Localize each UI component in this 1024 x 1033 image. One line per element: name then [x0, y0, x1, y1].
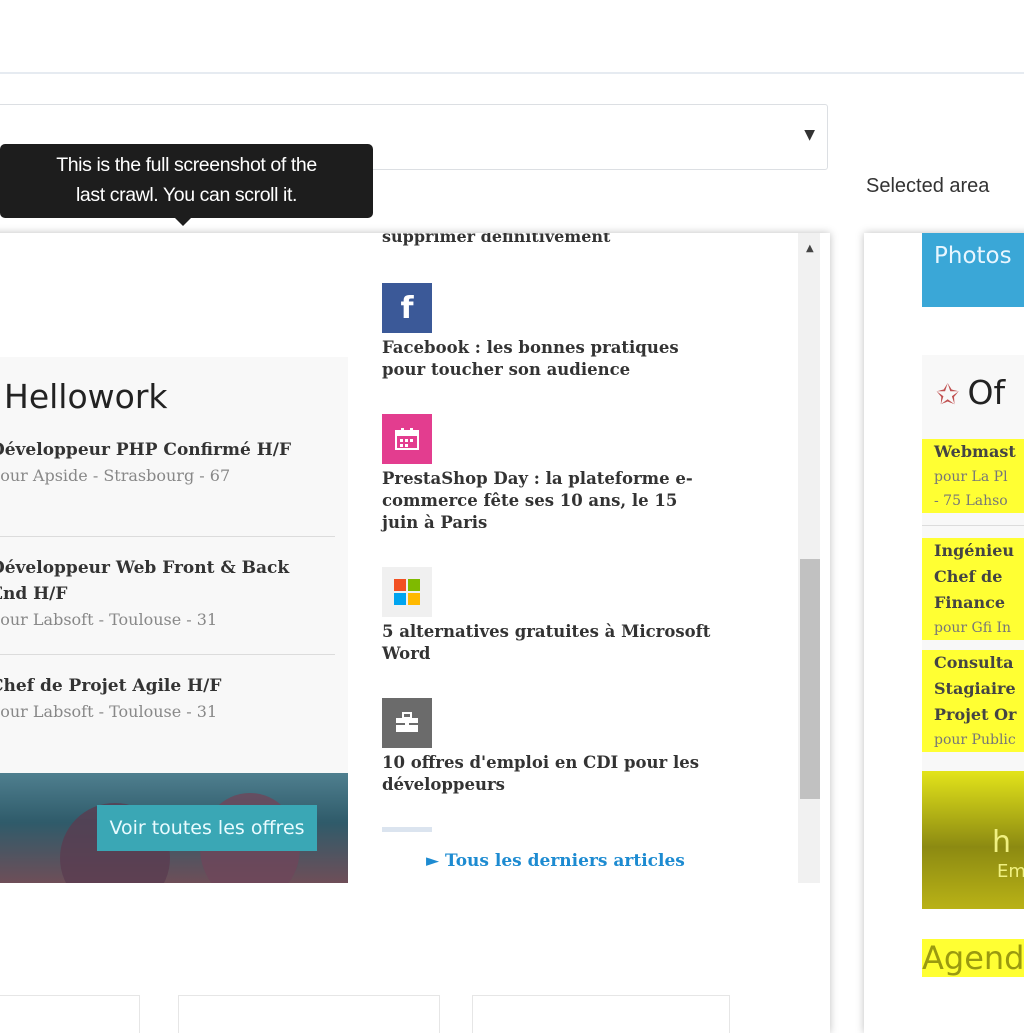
full-screenshot-frame[interactable]: Hellowork Développeur PHP Confirmé H/F p…	[0, 233, 830, 1033]
agenda-heading: Agend	[922, 939, 1024, 977]
article-item[interactable]: 10 offres d'emploi en CDI pour les dével…	[382, 698, 782, 796]
banner-text: h	[992, 825, 1012, 860]
job-separator	[0, 654, 335, 655]
highlight-job-title[interactable]: Projet Or	[922, 702, 1024, 728]
highlight-job-title[interactable]: Stagiaire	[922, 676, 1024, 702]
article-title-continued[interactable]: pour toucher son audience	[382, 359, 782, 381]
highlight-job-title[interactable]: Ingénieu	[922, 538, 1024, 564]
footer-card	[178, 995, 440, 1033]
selected-area-label: Selected area	[866, 175, 990, 197]
article-item[interactable]: 5 alternatives gratuites à Microsoft Wor…	[382, 567, 782, 665]
highlight-job-company: pour Public	[922, 728, 1024, 752]
job-title[interactable]: Chef de Projet Agile H/F	[0, 673, 335, 699]
article-title-continued[interactable]: juin à Paris	[382, 512, 782, 534]
footer-card	[0, 995, 140, 1033]
tooltip-line-1: This is the full screenshot of the	[56, 154, 317, 176]
briefcase-icon	[382, 698, 432, 748]
chevron-down-icon[interactable]: ▼	[804, 127, 815, 143]
footer-card	[472, 995, 730, 1033]
photos-block: Photos	[922, 233, 1024, 307]
hellowork-banner: Voir toutes les offres	[0, 773, 348, 883]
article-title-continued[interactable]: Word	[382, 643, 782, 665]
view-all-offers-button[interactable]: Voir toutes les offres	[97, 805, 317, 851]
selected-area-panel[interactable]: Photos ✩ Of Webmast pour La Pl - 75 Lahso…	[864, 233, 1024, 1033]
highlight-job-title[interactable]: Consulta	[922, 650, 1024, 676]
banner-text: Em	[997, 861, 1024, 882]
job-item[interactable]: Développeur Web Front & Back End H/F pou…	[0, 555, 335, 633]
offers-title: ✩ Of	[936, 373, 1005, 412]
job-title-continued[interactable]: End H/F	[0, 581, 335, 607]
hellowork-widget: Hellowork Développeur PHP Confirmé H/F p…	[0, 357, 348, 883]
highlight-banner: h Em	[922, 771, 1024, 909]
job-item[interactable]: Développeur PHP Confirmé H/F pour Apside…	[0, 437, 335, 489]
section-divider	[382, 827, 432, 832]
job-separator	[0, 536, 335, 537]
offers-widget: ✩ Of Webmast pour La Pl - 75 Lahso Ingéni…	[922, 355, 1024, 775]
calendar-icon	[382, 414, 432, 464]
job-item[interactable]: Chef de Projet Agile H/F pour Labsoft - …	[0, 673, 335, 725]
highlight-job-company: pour Gfi In	[922, 616, 1024, 640]
screenshot-viewport[interactable]: Hellowork Développeur PHP Confirmé H/F p…	[0, 233, 820, 883]
screenshot-scrollbar[interactable]: ▲	[798, 233, 820, 883]
job-company: pour Labsoft - Toulouse - 31	[0, 610, 218, 629]
offers-title-text: Of	[967, 373, 1006, 412]
article-title-continued[interactable]: développeurs	[382, 774, 782, 796]
tooltip-line-2: last crawl. You can scroll it.	[75, 184, 298, 206]
job-company: pour Apside - Strasbourg - 67	[0, 466, 231, 485]
job-separator	[922, 525, 1024, 526]
job-title[interactable]: Développeur PHP Confirmé H/F	[0, 437, 335, 463]
scrollbar-thumb[interactable]	[800, 559, 820, 799]
highlight-job-title[interactable]: Webmast	[922, 439, 1024, 465]
highlight-job-company: - 75 Lahso	[922, 489, 1024, 513]
hellowork-title: Hellowork	[4, 377, 168, 416]
star-icon: ✩	[936, 378, 960, 411]
footer-cards	[0, 995, 810, 1033]
article-text-cut: supprimer définitivement	[382, 233, 611, 246]
facebook-icon: f	[382, 283, 432, 333]
tooltip-arrow	[175, 218, 191, 226]
article-title[interactable]: PrestaShop Day : la plateforme e-	[382, 468, 782, 490]
scroll-up-icon[interactable]: ▲	[806, 243, 814, 254]
top-bar	[0, 0, 1024, 74]
highlight-job-company: pour La Pl	[922, 465, 1024, 489]
all-articles-link[interactable]: ► Tous les derniers articles	[426, 851, 685, 871]
article-title[interactable]: Facebook : les bonnes pratiques	[382, 337, 782, 359]
microsoft-icon	[382, 567, 432, 617]
job-title[interactable]: Développeur Web Front & Back	[0, 555, 335, 581]
article-title[interactable]: 10 offres d'emploi en CDI pour les	[382, 752, 782, 774]
job-company: pour Labsoft - Toulouse - 31	[0, 702, 218, 721]
article-item[interactable]: PrestaShop Day : la plateforme e- commer…	[382, 414, 782, 534]
article-item[interactable]: f Facebook : les bonnes pratiques pour t…	[382, 283, 782, 381]
articles-column: supprimer définitivement f Facebook : le…	[382, 233, 792, 883]
highlight-job-title[interactable]: Finance	[922, 590, 1024, 616]
screenshot-tooltip: This is the full screenshot of the last …	[0, 144, 373, 226]
highlight-job-title[interactable]: Chef de	[922, 564, 1024, 590]
article-title[interactable]: 5 alternatives gratuites à Microsoft	[382, 621, 782, 643]
article-title-continued[interactable]: commerce fête ses 10 ans, le 15	[382, 490, 782, 512]
